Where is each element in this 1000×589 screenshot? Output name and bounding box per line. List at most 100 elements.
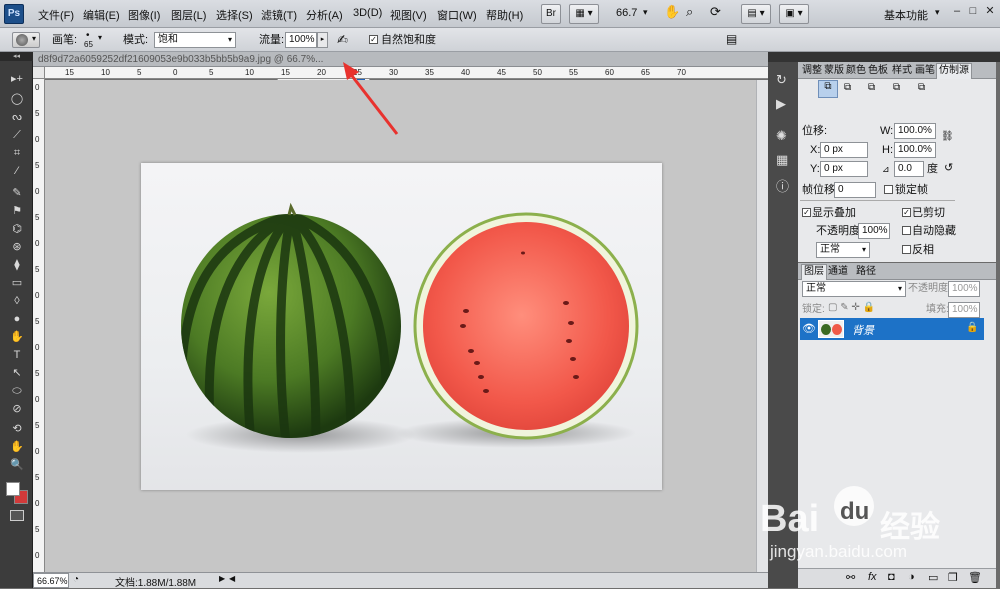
clone-source-1-icon[interactable]: ⧉ — [818, 80, 838, 98]
menu-layer[interactable]: 图层(L) — [171, 7, 206, 23]
airbrush-icon[interactable]: ✍ — [337, 32, 348, 48]
reset-transform-icon[interactable]: ↺ — [944, 161, 953, 174]
lock-frame-checkbox[interactable] — [884, 185, 893, 194]
tool-14-icon[interactable]: ✋ — [8, 330, 26, 345]
frame-offset-input[interactable]: 0 — [834, 182, 876, 198]
menu-edit[interactable]: 编辑(E) — [83, 7, 120, 23]
tool-12-icon[interactable]: ◊ — [8, 294, 26, 309]
invert-checkbox[interactable] — [902, 245, 911, 254]
layer-blend-select[interactable]: 正常 ▾ — [802, 281, 906, 297]
tab-masks[interactable]: 蒙版 — [824, 64, 844, 77]
info-icon[interactable]: ⓘ — [776, 176, 789, 195]
link-icon[interactable]: ⛓ — [941, 131, 954, 142]
clone-source-2-icon[interactable]: ⧉ — [844, 82, 851, 93]
tab-color[interactable]: 颜色 — [846, 64, 866, 77]
clone-source-5-icon[interactable]: ⧉ — [918, 82, 925, 93]
h-input[interactable]: 100.0% — [894, 142, 936, 158]
navigator-icon[interactable]: ▦ — [776, 152, 788, 168]
screen-mode-button[interactable]: ▣ ▾ — [779, 4, 809, 24]
add-mask-icon[interactable]: ◘ — [888, 571, 895, 583]
tool-15-icon[interactable]: T — [8, 348, 26, 363]
layer-opacity-input[interactable]: 100% — [948, 281, 980, 297]
horizontal-ruler[interactable]: 151050510152025303540455055606570 — [45, 67, 768, 79]
tool-8-icon[interactable]: ⌬ — [8, 222, 26, 237]
tab-styles[interactable]: 样式 — [892, 64, 912, 77]
menu-image[interactable]: 图像(I) — [128, 7, 160, 23]
mode-select[interactable]: 饱和 ▾ — [154, 32, 236, 48]
layer-row-background[interactable]: 👁 背景 🔒 — [800, 318, 984, 340]
layer-name[interactable]: 背景 — [852, 322, 874, 338]
tool-3-icon[interactable]: ⟋ — [8, 128, 26, 143]
link-layers-icon[interactable]: ⚯ — [846, 571, 855, 584]
zoom-value[interactable]: 66.7 — [616, 7, 637, 19]
tool-9-icon[interactable]: ⊛ — [8, 240, 26, 255]
collapse-tools-icon[interactable]: ◂◂ — [0, 52, 33, 61]
tool-21-icon[interactable]: 🔍 — [8, 458, 26, 473]
tool-20-icon[interactable]: ✋ — [8, 440, 26, 455]
clipped-checkbox[interactable]: ✓ — [902, 208, 911, 217]
new-group-icon[interactable]: ▭ — [928, 571, 938, 584]
overlay-blend-select[interactable]: 正常 ▾ — [816, 242, 870, 258]
y-input[interactable]: 0 px — [820, 161, 868, 177]
tool-0-icon[interactable]: ▸+ — [8, 72, 26, 87]
tab-paths[interactable]: 路径 — [856, 265, 876, 278]
workspace-switcher[interactable]: 基本功能 — [884, 7, 928, 23]
status-icon[interactable]: ◔ — [73, 574, 79, 585]
tab-layers[interactable]: 图层 — [801, 264, 827, 280]
tab-adjustments[interactable]: 调整 — [802, 64, 822, 77]
visibility-eye-icon[interactable]: 👁 — [802, 322, 816, 335]
status-zoom[interactable]: 66.67% — [33, 573, 69, 588]
status-menu-arrow-icon[interactable]: ▶ — [219, 574, 225, 583]
zoom-dropdown-icon[interactable]: ▾ — [643, 7, 648, 18]
clone-source-4-icon[interactable]: ⧉ — [893, 82, 900, 93]
arrange-docs-button[interactable]: ▤ ▾ — [741, 4, 771, 24]
tab-swatches[interactable]: 色板 — [868, 64, 888, 77]
menu-filter[interactable]: 滤镜(T) — [261, 7, 297, 23]
bridge-button[interactable]: Br — [541, 4, 561, 24]
tool-preset-picker[interactable]: ▾ — [12, 32, 40, 48]
brush-panel-icon[interactable]: ▤ — [726, 32, 737, 46]
tab-clone-source[interactable]: 仿制源 — [936, 63, 972, 79]
lock-icons[interactable]: ▢ ✎ ✛ 🔒 — [828, 302, 875, 313]
show-overlay-checkbox[interactable]: ✓ — [802, 208, 811, 217]
zoom-tool-icon[interactable]: ⌕ — [686, 4, 693, 20]
tab-channels[interactable]: 通道 — [828, 265, 848, 278]
view-extras-button[interactable]: ▦ ▾ — [569, 4, 599, 24]
brush-dock-icon[interactable]: ✺ — [776, 128, 787, 144]
flow-input[interactable]: 100% — [285, 32, 317, 48]
delete-layer-icon[interactable]: 🗑 — [968, 571, 982, 584]
tool-17-icon[interactable]: ⬭ — [8, 384, 26, 399]
tab-brushes[interactable]: 画笔 — [915, 64, 935, 77]
foreground-color-swatch[interactable] — [6, 482, 20, 496]
history-icon[interactable]: ↻ — [776, 72, 787, 88]
fill-input[interactable]: 100% — [948, 302, 980, 318]
menu-3d[interactable]: 3D(D) — [353, 7, 382, 19]
tool-5-icon[interactable]: ⁄ — [8, 164, 26, 179]
w-input[interactable]: 100.0% — [894, 123, 936, 139]
ruler-corner[interactable] — [33, 67, 45, 79]
tool-10-icon[interactable]: ⧫ — [8, 258, 26, 273]
angle-input[interactable]: 0.0 — [894, 161, 924, 177]
new-layer-icon[interactable]: ❐ — [948, 571, 958, 584]
menu-help[interactable]: 帮助(H) — [486, 7, 523, 23]
menu-view[interactable]: 视图(V) — [390, 7, 427, 23]
workspace-dropdown-icon[interactable]: ▾ — [935, 7, 940, 18]
tool-18-icon[interactable]: ⊘ — [8, 402, 26, 417]
document-tab[interactable]: d8f9d72a6059252df21609053e9b033b5bb5b9a9… — [38, 53, 323, 67]
tool-19-icon[interactable]: ⟲ — [8, 422, 26, 437]
vibrance-checkbox[interactable]: ✓ — [369, 35, 378, 44]
tool-16-icon[interactable]: ↖ — [8, 366, 26, 381]
auto-hide-checkbox[interactable] — [902, 226, 911, 235]
clone-source-3-icon[interactable]: ⧉ — [868, 82, 875, 93]
menu-file[interactable]: 文件(F) — [38, 7, 74, 23]
tool-4-icon[interactable]: ⌗ — [8, 146, 26, 161]
maximize-button[interactable]: □ — [964, 4, 982, 20]
rotate-view-icon[interactable]: ⟳ — [710, 4, 721, 20]
scroll-left-icon[interactable]: ◀ — [229, 574, 235, 583]
menu-select[interactable]: 选择(S) — [216, 7, 253, 23]
actions-icon[interactable]: ▶ — [776, 96, 786, 112]
flow-slider-toggle[interactable]: ▸ — [317, 32, 328, 48]
layer-style-icon[interactable]: fx — [868, 571, 877, 583]
panel-collapse-bar[interactable] — [768, 52, 1000, 62]
tool-1-icon[interactable]: ◯ — [8, 92, 26, 107]
